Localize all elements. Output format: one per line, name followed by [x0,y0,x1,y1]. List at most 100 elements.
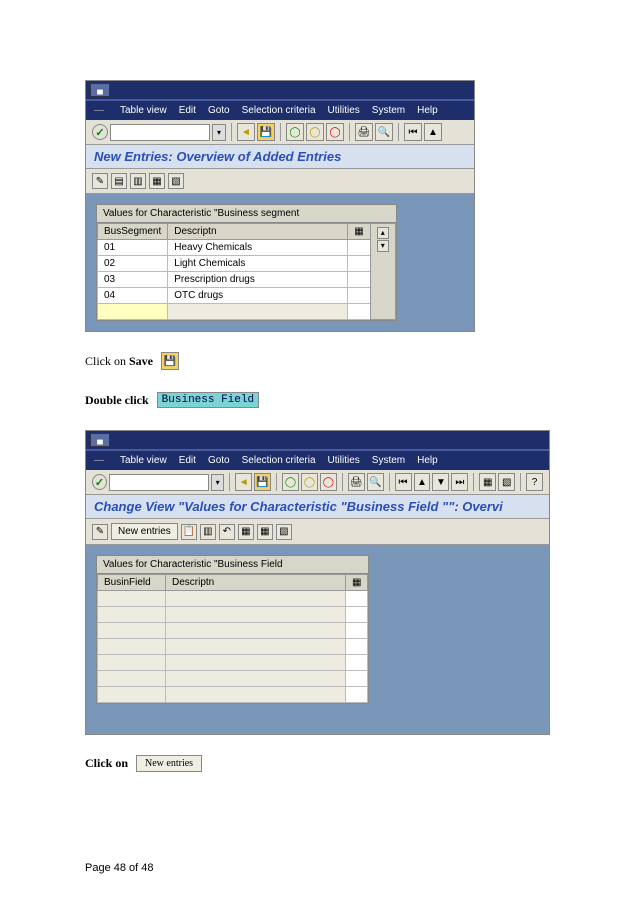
table-row [98,671,368,687]
menubar: — Table view Edit Goto Selection criteri… [86,449,549,470]
tool-icon-7[interactable]: ▧ [276,524,292,540]
tool-icon-3[interactable]: ▥ [200,524,216,540]
page-first-icon[interactable]: ⏮ [395,473,412,491]
session-icon[interactable]: ▦ [479,473,496,491]
save-icon[interactable]: 💾 [254,473,271,491]
tool-icon-4[interactable]: ▦ [149,173,165,189]
menu-utilities[interactable]: Utilities [328,455,360,466]
page-up-icon[interactable]: ▲ [424,123,442,141]
menu-selection-criteria[interactable]: Selection criteria [242,455,316,466]
scroll-down-icon[interactable]: ▾ [377,240,389,252]
tool-icon-5[interactable]: ▦ [238,524,254,540]
menu-selection-criteria[interactable]: Selection criteria [242,105,316,116]
cell-empty[interactable] [168,304,348,320]
scrollbar[interactable]: ▴ ▾ [370,224,395,320]
table-row [98,304,396,320]
find-icon[interactable]: 🔍 [375,123,393,141]
undo-icon[interactable]: ↶ [219,524,235,540]
panel-title: Values for Characteristic "Business Fiel… [97,556,368,574]
cell-active[interactable] [98,304,168,320]
back-nav-icon[interactable]: ◯ [286,123,304,141]
ok-icon[interactable]: ✓ [92,124,108,140]
table-row [98,655,368,671]
sap-window-overview: ▄ — Table view Edit Goto Selection crite… [85,80,475,332]
command-dropdown-icon[interactable]: ▾ [212,124,226,141]
tool-icon-6[interactable]: ▦ [257,524,273,540]
page-up-icon[interactable]: ▲ [414,473,431,491]
save-icon[interactable]: 💾 [257,123,275,141]
tool-icon-5[interactable]: ▧ [168,173,184,189]
menu-edit[interactable]: Edit [179,105,196,116]
table-row: 04OTC drugs [98,288,396,304]
page-last-icon[interactable]: ⏭ [451,473,468,491]
menu-dash-icon: — [94,105,104,116]
cancel-icon[interactable]: ◯ [326,123,344,141]
menu-utilities[interactable]: Utilities [328,105,360,116]
copy-icon[interactable]: 📋 [181,524,197,540]
menu-help[interactable]: Help [417,455,438,466]
cell-seg[interactable]: 04 [98,288,168,304]
col-config-icon[interactable]: ▦ [346,575,368,591]
find-icon[interactable]: 🔍 [367,473,384,491]
cancel-icon[interactable]: ◯ [320,473,337,491]
back-icon[interactable]: ◄ [235,473,252,491]
menu-table-view[interactable]: Table view [120,105,167,116]
tool-icon-3[interactable]: ▥ [130,173,146,189]
shortcut-icon[interactable]: ▧ [498,473,515,491]
page-down-icon[interactable]: ▼ [432,473,449,491]
page-footer: Page 48 of 48 [85,862,553,874]
menu-help[interactable]: Help [417,105,438,116]
ok-icon[interactable]: ✓ [92,474,107,490]
tool-icon-1[interactable]: ✎ [92,524,108,540]
col-header-bussegment[interactable]: BusSegment [98,224,168,240]
menu-edit[interactable]: Edit [179,455,196,466]
standard-toolbar: ✓ ▾ ◄ 💾 ◯ ◯ ◯ 🖨 🔍 ⏮ ▲ [86,120,474,145]
inline-save-icon: 💾 [161,352,179,370]
content-area: Values for Characteristic "Business segm… [86,194,474,331]
back-icon[interactable]: ◄ [237,123,255,141]
cell-seg[interactable]: 02 [98,256,168,272]
exit-icon[interactable]: ◯ [301,473,318,491]
menu-table-view[interactable]: Table view [120,455,167,466]
window-minimize-icon[interactable]: ▄ [90,433,110,447]
panel-title: Values for Characteristic "Business segm… [97,205,396,223]
cell-desc[interactable]: Prescription drugs [168,272,348,288]
cell-seg[interactable]: 03 [98,272,168,288]
new-entries-button[interactable]: New entries [111,523,178,540]
cell-desc[interactable]: OTC drugs [168,288,348,304]
inline-business-field: Business Field [157,392,259,408]
sap-window-changeview: ▄ — Table view Edit Goto Selection crite… [85,430,550,735]
col-header-descriptn[interactable]: Descriptn [168,224,348,240]
col-header-businfield[interactable]: BusinField [98,575,166,591]
app-toolbar: ✎ ▤ ▥ ▦ ▧ [86,169,474,194]
menu-goto[interactable]: Goto [208,455,230,466]
table-row [98,639,368,655]
help-icon[interactable]: ? [526,473,543,491]
command-field[interactable] [109,474,209,491]
menu-system[interactable]: System [372,105,405,116]
menu-goto[interactable]: Goto [208,105,230,116]
page-first-icon[interactable]: ⏮ [404,123,422,141]
tool-icon-2[interactable]: ▤ [111,173,127,189]
cell-seg[interactable]: 01 [98,240,168,256]
print-icon[interactable]: 🖨 [355,123,373,141]
menu-system[interactable]: System [372,455,405,466]
col-header-descriptn[interactable]: Descriptn [166,575,346,591]
print-icon[interactable]: 🖨 [348,473,365,491]
scroll-up-icon[interactable]: ▴ [377,227,389,239]
command-dropdown-icon[interactable]: ▾ [211,474,224,491]
instruction-clickon: Click on New entries [85,755,553,772]
back-nav-icon[interactable]: ◯ [282,473,299,491]
content-area: Values for Characteristic "Business Fiel… [86,545,549,734]
cell-desc[interactable]: Light Chemicals [168,256,348,272]
exit-icon[interactable]: ◯ [306,123,324,141]
window-minimize-icon[interactable]: ▄ [90,83,110,97]
instruction-save: Click on Save 💾 [85,352,553,370]
cell-desc[interactable]: Heavy Chemicals [168,240,348,256]
tool-icon-1[interactable]: ✎ [92,173,108,189]
command-field[interactable] [110,124,210,141]
data-table: BusinField Descriptn ▦ [97,574,368,703]
col-config-icon[interactable]: ▦ [348,224,370,240]
menubar: — Table view Edit Goto Selection criteri… [86,99,474,120]
standard-toolbar: ✓ ▾ ◄ 💾 ◯ ◯ ◯ 🖨 🔍 ⏮ ▲ ▼ ⏭ ▦ ▧ ? [86,470,549,495]
